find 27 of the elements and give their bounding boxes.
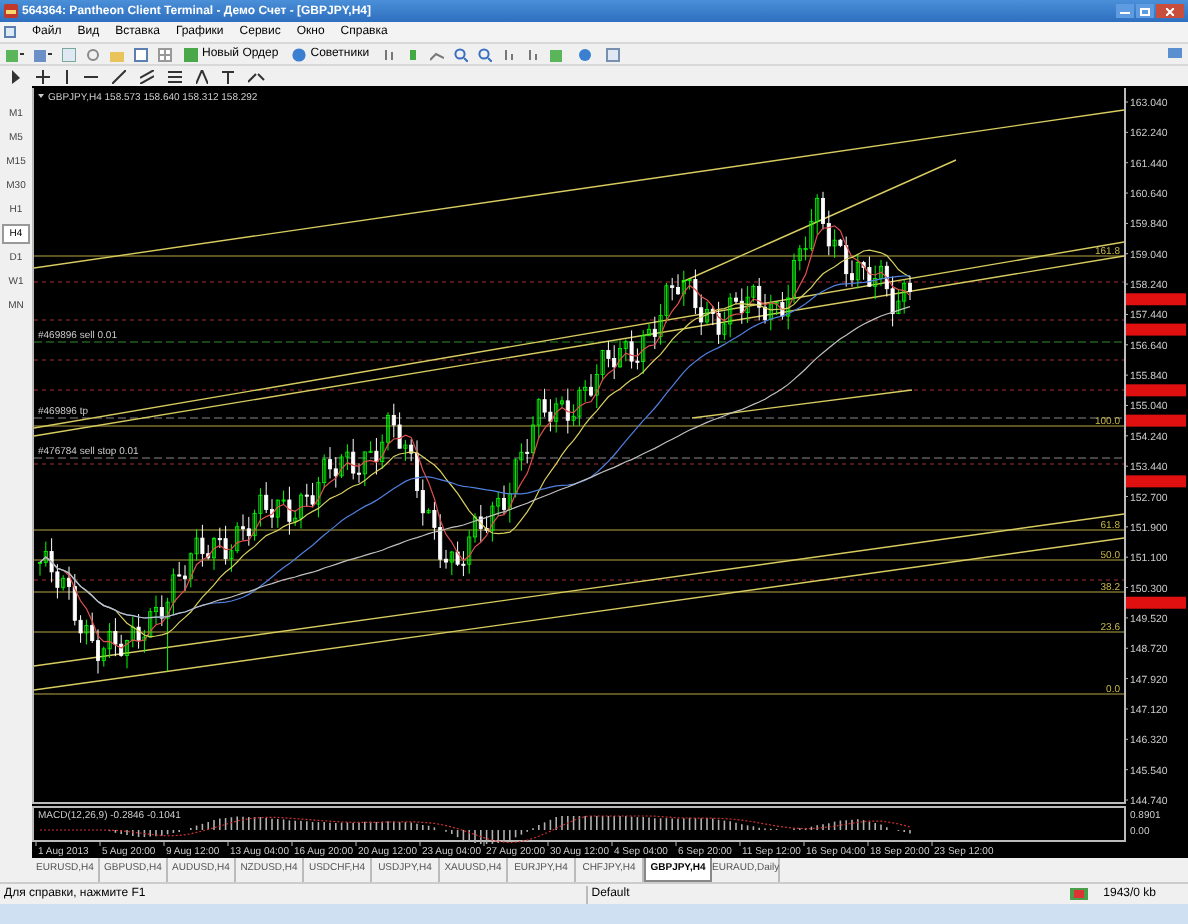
app-icon xyxy=(4,4,18,18)
horizontal-line-icon[interactable] xyxy=(84,73,98,79)
price-tag xyxy=(1126,414,1186,427)
candlestick-icon[interactable] xyxy=(405,47,420,61)
bar-chart-icon[interactable] xyxy=(381,47,396,61)
close-button[interactable] xyxy=(1156,4,1184,18)
close-icon xyxy=(1166,7,1174,15)
price-tag xyxy=(1126,323,1186,336)
zoom-out-icon[interactable] xyxy=(477,47,492,61)
vertical-line-icon[interactable] xyxy=(64,69,70,83)
price-tag xyxy=(1126,475,1186,488)
price-tag xyxy=(1126,384,1186,397)
minimize-icon xyxy=(1120,9,1130,13)
window-icon[interactable] xyxy=(134,47,148,61)
grid-icon[interactable] xyxy=(158,47,172,61)
price-tag xyxy=(1126,293,1186,306)
minimize-button[interactable] xyxy=(1116,4,1134,18)
document-icon xyxy=(4,26,16,38)
trend-line-icon[interactable] xyxy=(112,69,126,83)
fibonacci-icon[interactable] xyxy=(168,69,182,83)
label-icon[interactable] xyxy=(222,69,234,83)
maximize-button[interactable] xyxy=(1136,4,1154,18)
maximize-icon xyxy=(1140,7,1150,15)
cursor-icon[interactable] xyxy=(12,69,22,83)
zoom-in-icon[interactable] xyxy=(453,47,468,61)
price-tag xyxy=(1126,596,1186,609)
line-chart-icon[interactable] xyxy=(429,47,444,61)
